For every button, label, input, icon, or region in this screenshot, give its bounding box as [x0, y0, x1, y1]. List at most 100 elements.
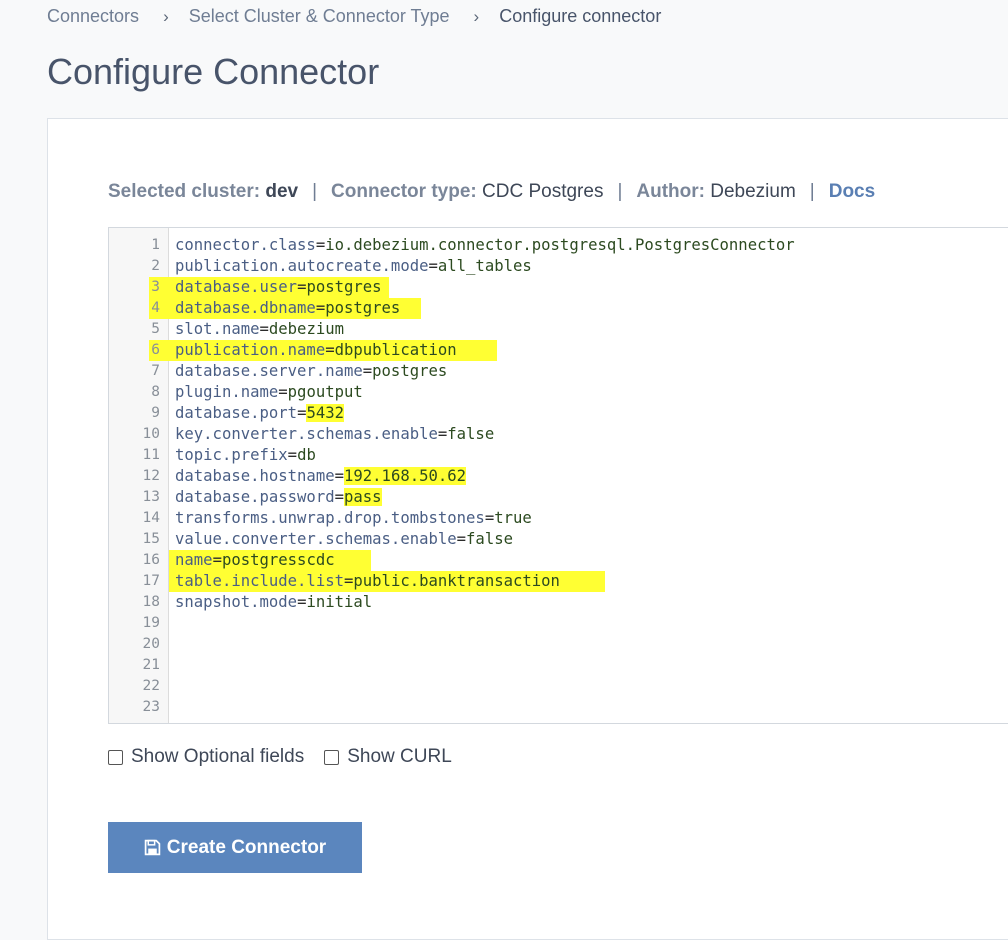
- config-value: true: [494, 509, 532, 527]
- breadcrumb-separator: ›: [473, 6, 480, 26]
- editor-line: 6 publication.name=dbpublication: [109, 340, 1008, 361]
- equals-sign: =: [362, 362, 373, 380]
- config-line-text: snapshot.mode=initial: [175, 592, 372, 613]
- editor-line: 10 key.converter.schemas.enable=false: [109, 424, 1008, 445]
- show-optional-fields-checkbox[interactable]: Show Optional fields: [108, 746, 304, 768]
- editor-line: 14 transforms.unwrap.drop.tombstones=true: [109, 508, 1008, 529]
- checkbox-box[interactable]: [108, 749, 123, 765]
- config-key: connector.class: [175, 236, 316, 254]
- equals-sign: =: [259, 320, 269, 338]
- page-title: Configure Connector: [47, 51, 380, 92]
- checkbox-box[interactable]: [324, 749, 340, 765]
- breadcrumb-connectors[interactable]: Connectors: [47, 6, 139, 27]
- line-number: 23: [142, 699, 160, 715]
- config-key: table.include.list: [175, 572, 344, 590]
- config-key: database.port: [175, 404, 298, 422]
- breadcrumb: Connectors › Select Cluster & Connector …: [47, 6, 661, 27]
- config-value: postgres: [306, 278, 382, 296]
- save-icon: [144, 839, 161, 856]
- config-value: debezium: [268, 320, 344, 338]
- config-line-text: database.user=postgres: [175, 277, 382, 298]
- config-line-text: database.password=pass: [175, 487, 382, 508]
- line-number: 9: [151, 405, 160, 421]
- equals-sign: =: [334, 488, 344, 506]
- line-number: 6: [151, 342, 160, 358]
- config-value: 192.168.50.62: [344, 467, 467, 485]
- config-value: dbpublication: [334, 341, 457, 359]
- line-number: 14: [142, 510, 160, 526]
- editor-line: 15 value.converter.schemas.enable=false: [109, 529, 1008, 550]
- connector-type-value: CDC Postgres: [482, 181, 604, 202]
- meta-divider: |: [617, 181, 623, 202]
- line-number: 12: [142, 468, 160, 484]
- config-key: plugin.name: [175, 383, 279, 401]
- config-editor[interactable]: 1 connector.class=io.debezium.connector.p…: [108, 227, 1008, 724]
- breadcrumb-select-cluster[interactable]: Select Cluster & Connector Type: [189, 6, 450, 27]
- config-value: postgresscdc: [221, 551, 335, 569]
- editor-line: 13 database.password=pass: [109, 487, 1008, 508]
- equals-sign: =: [344, 572, 354, 590]
- create-connector-label: Create Connector: [166, 836, 327, 858]
- equals-sign: =: [428, 257, 438, 275]
- equals-sign: =: [334, 467, 344, 485]
- equals-sign: =: [437, 425, 448, 443]
- connector-meta: Selected cluster: dev | Connector type: …: [108, 181, 875, 203]
- config-key: database.password: [175, 488, 335, 506]
- create-connector-button[interactable]: Create Connector: [108, 822, 362, 873]
- config-line-text: database.port=5432: [175, 403, 345, 424]
- line-number: 22: [142, 678, 160, 694]
- editor-line: 11 topic.prefix=db: [109, 445, 1008, 466]
- editor-line: 7 database.server.name=postgres: [109, 361, 1008, 382]
- line-number: 16: [142, 552, 160, 568]
- editor-line: 1 connector.class=io.debezium.connector.p…: [109, 235, 1008, 256]
- line-number: 3: [151, 279, 160, 295]
- config-key: snapshot.mode: [175, 593, 298, 611]
- equals-sign: =: [278, 383, 288, 401]
- editor-line: 8 plugin.name=pgoutput: [109, 382, 1008, 403]
- line-number: 20: [142, 636, 160, 652]
- config-key: database.server.name: [175, 362, 363, 380]
- config-value: false: [466, 530, 513, 548]
- config-key: database.dbname: [175, 299, 316, 317]
- config-line-text: connector.class=io.debezium.connector.po…: [175, 235, 795, 256]
- line-number: 7: [151, 363, 160, 379]
- meta-divider: |: [312, 181, 318, 202]
- cluster-label: Selected cluster:: [108, 181, 261, 202]
- config-key: database.user: [175, 278, 298, 296]
- config-line-text: plugin.name=pgoutput: [175, 382, 363, 403]
- line-number: 15: [142, 531, 160, 547]
- config-line-text: database.server.name=postgres: [175, 361, 447, 382]
- equals-sign: =: [212, 551, 222, 569]
- config-value: public.banktransaction: [353, 572, 560, 590]
- editor-line: 3 database.user=postgres: [109, 277, 1008, 298]
- docs-link[interactable]: Docs: [829, 181, 875, 203]
- config-value: initial: [306, 593, 373, 611]
- editor-line: 17 table.include.list=public.banktransact…: [109, 571, 1008, 592]
- breadcrumb-separator: ›: [163, 6, 169, 26]
- equals-sign: =: [484, 509, 495, 527]
- line-number: 8: [151, 384, 160, 400]
- editor-line: 19: [109, 613, 1008, 634]
- line-number: 1: [151, 237, 160, 253]
- config-value: pass: [344, 488, 382, 506]
- author-value: Debezium: [710, 181, 796, 202]
- config-line-text: publication.autocreate.mode=all_tables: [175, 256, 532, 277]
- config-line-text: value.converter.schemas.enable=false: [175, 529, 513, 550]
- config-value: all_tables: [437, 257, 532, 275]
- config-key: publication.autocreate.mode: [175, 257, 429, 275]
- config-key: value.converter.schemas.enable: [175, 530, 457, 548]
- line-number: 4: [151, 300, 160, 316]
- config-line-text: publication.name=dbpublication: [175, 340, 457, 361]
- editor-line: 23: [109, 697, 1008, 718]
- config-key: transforms.unwrap.drop.tombstones: [175, 509, 485, 527]
- config-key: key.converter.schemas.enable: [175, 425, 438, 443]
- config-value: postgres: [372, 362, 448, 380]
- config-key: database.hostname: [175, 467, 335, 485]
- config-key: publication.name: [175, 341, 326, 359]
- editor-line: 5 slot.name=debezium: [109, 319, 1008, 340]
- equals-sign: =: [456, 530, 467, 548]
- config-line-text: transforms.unwrap.drop.tombstones=true: [175, 508, 532, 529]
- show-curl-checkbox[interactable]: Show CURL: [324, 746, 452, 768]
- editor-line: 20: [109, 634, 1008, 655]
- config-value: pgoutput: [287, 383, 363, 401]
